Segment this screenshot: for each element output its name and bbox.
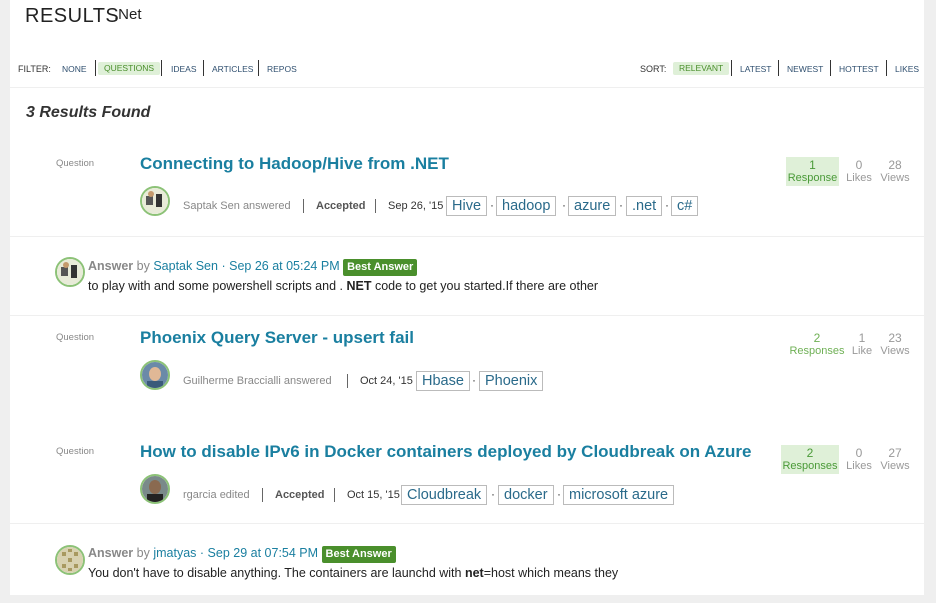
- tag-dotnet[interactable]: .net: [626, 196, 663, 216]
- question-date: Oct 24, '15: [360, 375, 413, 387]
- results-count: 3 Results Found: [26, 104, 151, 121]
- views-count: 23 Views: [880, 331, 910, 358]
- likes-count: 0 Likes: [846, 158, 872, 185]
- accepted-status: Accepted: [275, 489, 325, 501]
- answer-date[interactable]: Sep 29 at 07:54 PM: [208, 546, 319, 560]
- answer-author[interactable]: Saptak Sen: [153, 259, 218, 273]
- filter-articles[interactable]: ARTICLES: [212, 64, 253, 74]
- question-date: Oct 15, '15: [347, 489, 400, 501]
- likes-count: 0 Likes: [846, 446, 872, 473]
- avatar[interactable]: [55, 257, 85, 287]
- sort-likes[interactable]: LIKES: [895, 64, 919, 74]
- best-answer-badge: Best Answer: [343, 259, 418, 276]
- tag-csharp[interactable]: c#: [671, 196, 699, 216]
- filter-none[interactable]: NONE: [62, 64, 87, 74]
- question-title[interactable]: Phoenix Query Server - upsert fail: [140, 328, 414, 348]
- sort-label: SORT:: [640, 64, 667, 74]
- avatar[interactable]: [140, 360, 170, 390]
- filter-repos[interactable]: REPOS: [267, 64, 297, 74]
- tag-hbase[interactable]: Hbase: [416, 371, 470, 391]
- tag-microsoft-azure[interactable]: microsoft azure: [563, 485, 675, 505]
- answer-text: You don't have to disable anything. The …: [88, 566, 619, 580]
- answer-snippet: Answer by Saptak Sen · Sep 26 at 05:24 P…: [10, 237, 924, 315]
- avatar[interactable]: [140, 186, 170, 216]
- views-count: 28 Views: [880, 158, 910, 185]
- tag-phoenix[interactable]: Phoenix: [479, 371, 544, 391]
- question-type-label: Question: [56, 158, 95, 169]
- sort-newest[interactable]: NEWEST: [787, 64, 823, 74]
- filter-label: FILTER:: [18, 64, 51, 74]
- tag-hive[interactable]: Hive: [446, 196, 488, 216]
- results-list: 3 Results Found Question Connecting to H…: [10, 88, 924, 236]
- question-author: Saptak Sen answered: [183, 200, 291, 212]
- page-subtitle: .Net: [114, 6, 142, 23]
- tag-cloudbreak[interactable]: Cloudbreak: [401, 485, 488, 505]
- tag-azure[interactable]: azure: [568, 196, 617, 216]
- filter-ideas[interactable]: IDEAS: [171, 64, 197, 74]
- results-list-continued: Question Phoenix Query Server - upsert f…: [10, 316, 924, 523]
- tag-docker[interactable]: docker: [498, 485, 554, 505]
- question-title[interactable]: How to disable IPv6 in Docker containers…: [140, 442, 752, 462]
- avatar[interactable]: [55, 545, 85, 575]
- sort-latest[interactable]: LATEST: [740, 64, 772, 74]
- tag-hadoop[interactable]: hadoop: [496, 196, 557, 216]
- results-header: RESULTS .Net FILTER: NONE QUESTIONS IDEA…: [10, 0, 924, 87]
- sort-hottest[interactable]: HOTTEST: [839, 64, 879, 74]
- answer-author[interactable]: jmatyas: [153, 546, 196, 560]
- likes-count: 1 Like: [851, 331, 873, 358]
- question-date: Sep 26, '15: [388, 200, 444, 212]
- answer-snippet: Answer by jmatyas · Sep 29 at 07:54 PM B…: [10, 524, 924, 595]
- sort-relevant[interactable]: RELEVANT: [673, 62, 730, 75]
- answer-header: Answer by Saptak Sen · Sep 26 at 05:24 P…: [88, 259, 418, 276]
- question-author: rgarcia edited: [183, 489, 250, 501]
- question-author: Guilherme Braccialli answered: [183, 375, 332, 387]
- page-title: RESULTS: [25, 5, 120, 27]
- question-title[interactable]: Connecting to Hadoop/Hive from .NET: [140, 154, 449, 174]
- best-answer-badge: Best Answer: [321, 546, 396, 563]
- question-type-label: Question: [56, 446, 95, 457]
- question-type-label: Question: [56, 332, 95, 343]
- responses-count: 2 Responses: [781, 445, 839, 474]
- answer-text: to play with and some powershell scripts…: [88, 279, 599, 293]
- answer-date[interactable]: Sep 26 at 05:24 PM: [229, 259, 340, 273]
- views-count: 27 Views: [880, 446, 910, 473]
- accepted-status: Accepted: [316, 200, 366, 212]
- responses-count: 1 Response: [786, 157, 839, 186]
- avatar[interactable]: [140, 474, 170, 504]
- filter-questions[interactable]: QUESTIONS: [98, 62, 161, 75]
- responses-count: 2 Responses: [789, 331, 845, 358]
- answer-header: Answer by jmatyas · Sep 29 at 07:54 PM B…: [88, 546, 396, 563]
